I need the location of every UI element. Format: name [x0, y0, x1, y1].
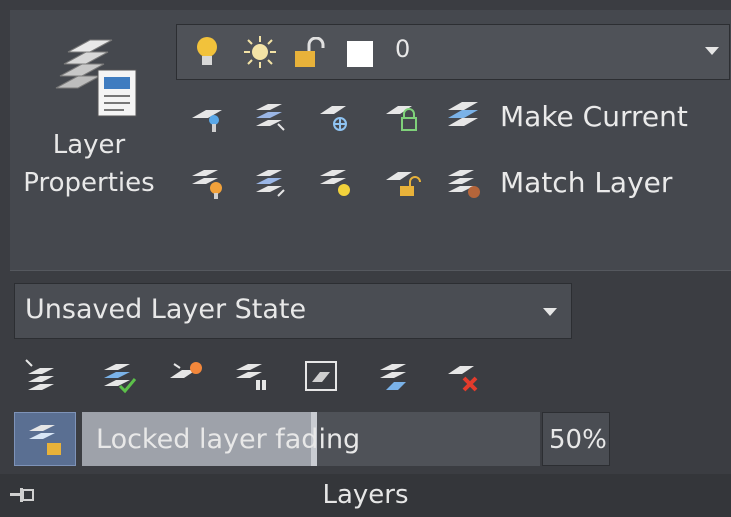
layer-properties-button[interactable]: Layer Properties — [14, 18, 164, 218]
layer-unlock-icon[interactable] — [382, 162, 422, 202]
bulb-on-icon — [197, 37, 217, 65]
match-layer-icon[interactable] — [444, 162, 484, 202]
layer-tools-row-3 — [16, 352, 496, 398]
layer-properties-icon — [55, 39, 137, 117]
layer-check-icon[interactable] — [100, 356, 140, 396]
move-to-layer-icon[interactable] — [20, 356, 60, 396]
layer-dropdown[interactable]: 0 — [176, 24, 730, 80]
layer-lock-icon[interactable] — [382, 96, 422, 136]
locked-layer-fading-toggle[interactable] — [14, 412, 76, 466]
fading-percent-value: 50% — [549, 425, 607, 455]
layers-panel: Layer Properties 0 Make Current Match La… — [0, 0, 731, 517]
chevron-down-icon — [543, 308, 557, 316]
layer-properties-label-2: Properties — [23, 168, 155, 198]
layer-previous-icon[interactable] — [250, 96, 290, 136]
layer-state-dropdown[interactable]: Unsaved Layer State — [14, 283, 572, 339]
layer-tools-row-1 — [188, 96, 478, 136]
divider — [10, 270, 731, 271]
layer-walk-2-icon[interactable] — [232, 356, 272, 396]
panel-footer: Layers — [0, 474, 731, 517]
panel-title: Layers — [322, 480, 409, 510]
layer-freeze-icon[interactable] — [316, 96, 356, 136]
make-current-label[interactable]: Make Current — [500, 100, 688, 133]
fading-percent-field[interactable]: 50% — [542, 412, 610, 466]
layer-walk-icon[interactable] — [250, 162, 290, 202]
layer-properties-label-1: Layer — [52, 130, 126, 160]
make-current-icon[interactable] — [444, 96, 484, 136]
layer-isolate-icon[interactable] — [188, 96, 228, 136]
layer-on-icon[interactable] — [188, 162, 228, 202]
locked-layer-icon — [29, 425, 61, 455]
layer-merge-icon[interactable] — [166, 356, 206, 396]
unlock-icon — [295, 37, 325, 67]
sun-icon — [244, 36, 276, 68]
layer-thaw-icon[interactable] — [316, 162, 356, 202]
layer-color-swatch — [347, 41, 373, 67]
locked-layer-fading-slider[interactable]: Locked layer fading — [82, 412, 540, 466]
locked-layer-fading-label: Locked layer fading — [96, 424, 361, 455]
current-layer-name: 0 — [395, 35, 411, 63]
copy-to-layer-icon[interactable] — [376, 356, 416, 396]
match-layer-label[interactable]: Match Layer — [500, 166, 672, 199]
layer-state-value: Unsaved Layer State — [25, 294, 307, 325]
layer-tools-row-2 — [188, 162, 480, 202]
layer-delete-icon[interactable] — [444, 356, 484, 396]
chevron-down-icon — [705, 47, 719, 55]
viewport-freeze-icon[interactable] — [302, 356, 342, 396]
